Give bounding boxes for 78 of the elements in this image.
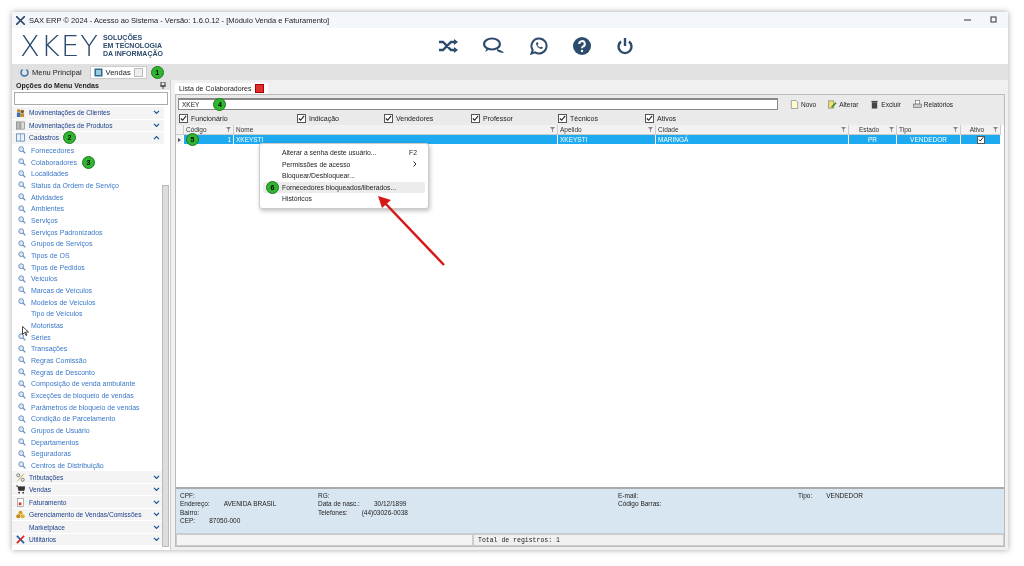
whatsapp-icon[interactable] [530,37,548,55]
search-icon [18,204,26,213]
restore-icon[interactable] [989,16,997,23]
search-icon [18,169,26,178]
checkbox[interactable] [297,113,306,123]
help-icon[interactable] [573,37,591,55]
checkbox[interactable] [179,113,188,123]
filter-icon[interactable] [550,127,555,132]
search-icon [18,344,26,353]
tools-icon [16,535,25,545]
chevron-down-icon[interactable] [153,537,160,543]
search-icon [18,449,26,458]
search-icon [18,181,26,190]
search-icon [18,403,26,412]
search-icon [18,274,26,283]
cart-icon [16,485,25,495]
chevron-down-icon[interactable] [153,474,160,480]
filter-icon[interactable] [648,127,653,132]
menu-search-field[interactable] [14,92,168,105]
chevron-down-icon[interactable] [153,122,160,128]
people-icon [16,108,25,118]
percent-icon [16,472,25,482]
search-icon [18,263,26,272]
chevron-up-icon[interactable] [153,135,160,141]
filter-icon[interactable] [953,127,958,132]
pin-icon[interactable] [160,81,166,89]
search-icon [18,239,26,248]
chevron-down-icon[interactable] [153,512,160,518]
filter-icon[interactable] [889,127,894,132]
app-icon [16,15,25,25]
minimize-icon[interactable] [963,16,971,23]
search-icon [18,228,26,237]
search-icon [18,146,26,155]
trash-icon [870,99,880,109]
filter-icon[interactable] [841,127,846,132]
search-icon [18,426,26,435]
search-icon [18,193,26,201]
boxes-icon [16,120,25,130]
checkbox[interactable] [384,113,393,123]
search-icon [18,298,26,307]
search-icon [18,356,26,365]
chevron-down-icon[interactable] [153,524,160,530]
search-icon [18,158,26,166]
search-icon [18,286,26,295]
search-icon [18,333,26,342]
logo-wordmark: XKEY [20,31,99,61]
new-document-icon [790,99,799,109]
cursor-icon [22,326,29,336]
power-icon[interactable] [616,37,634,55]
scrollbar[interactable] [162,185,169,547]
chat-icon[interactable] [483,37,505,55]
search-icon [18,461,26,470]
chevron-down-icon[interactable] [153,499,160,505]
checkbox[interactable] [471,113,480,123]
search-icon [18,414,26,423]
row-pointer-icon [178,137,181,142]
search-icon [18,438,26,447]
search-icon [18,391,26,400]
printer-icon [912,99,922,109]
document-icon [16,497,25,507]
filter-icon[interactable] [226,127,231,132]
checkbox[interactable] [558,113,567,123]
search-icon [18,216,26,225]
checkbox[interactable] [645,113,654,123]
filter-icon[interactable] [993,127,998,132]
edit-icon [828,99,838,109]
refresh-icon [20,67,29,77]
search-icon [18,368,26,377]
search-icon [18,379,26,388]
chevron-down-icon[interactable] [153,110,160,116]
search-icon [18,251,26,260]
chevron-down-icon[interactable] [153,487,160,493]
book-icon [16,133,25,143]
checkbox[interactable] [976,135,985,144]
module-icon [93,67,103,77]
coins-icon [16,510,25,520]
shuffle-icon[interactable] [438,38,458,54]
close-icon[interactable] [255,84,265,93]
